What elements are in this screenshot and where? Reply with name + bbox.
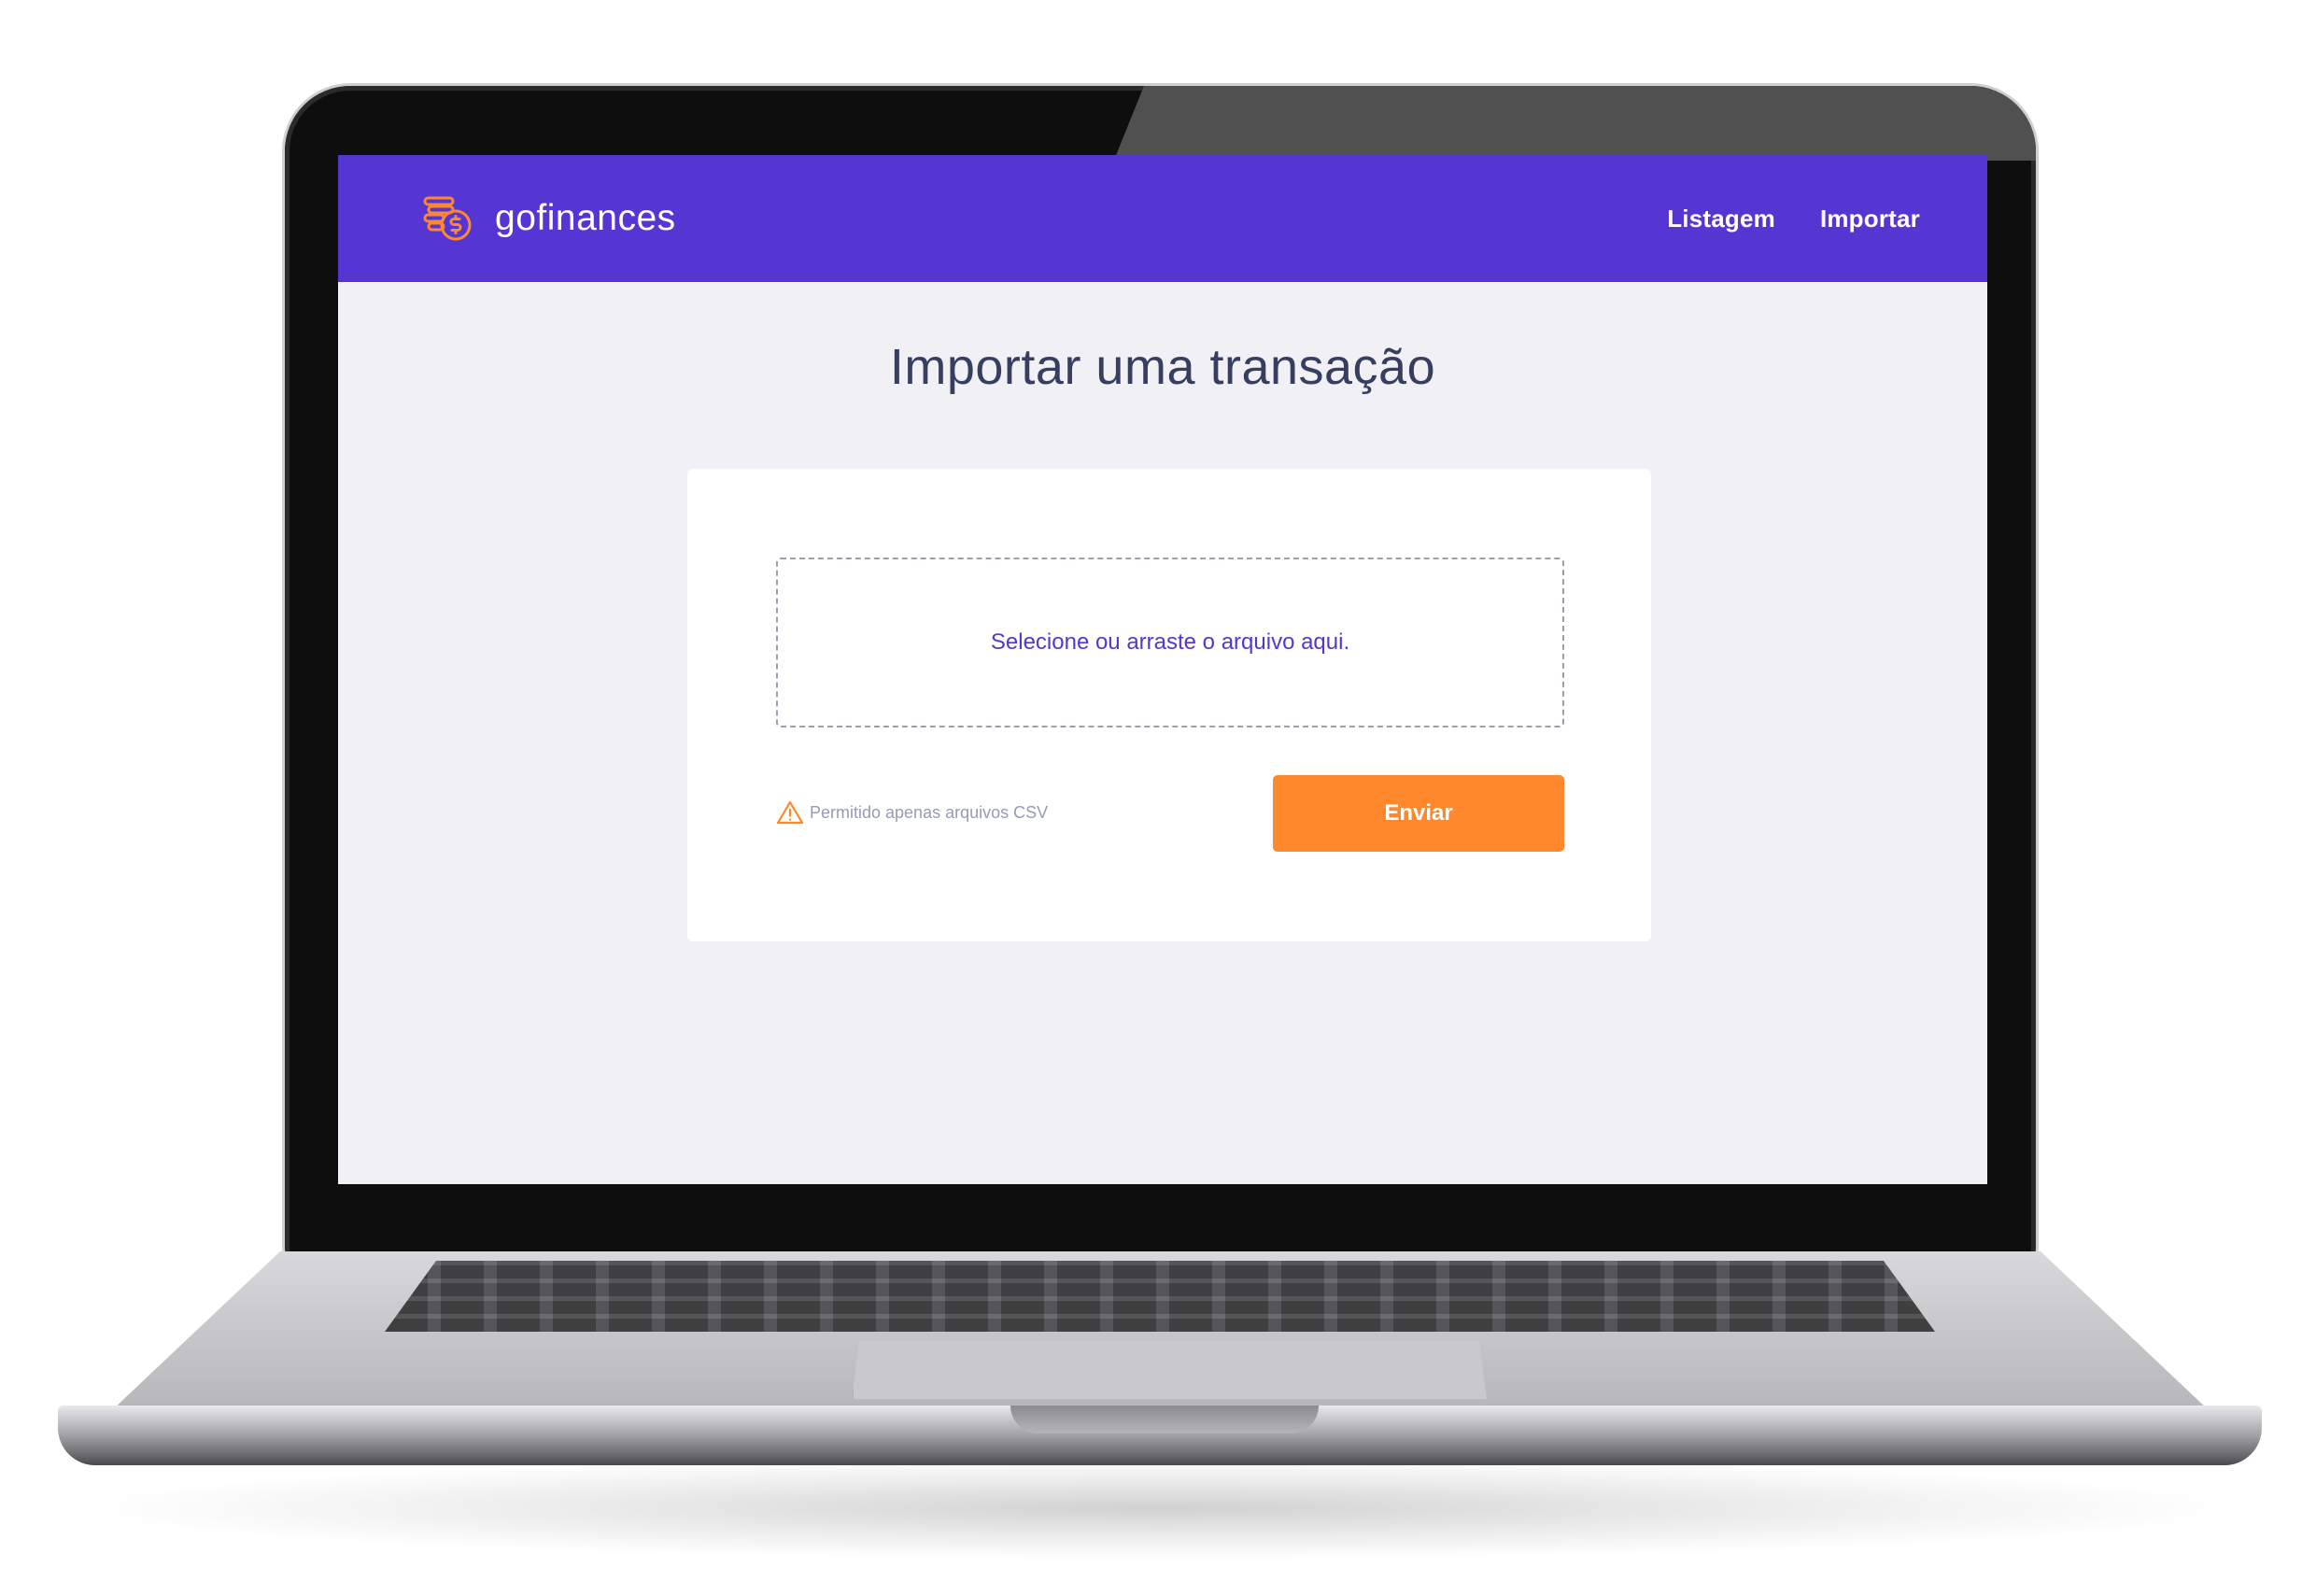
alert-triangle-icon (776, 800, 804, 825)
hint-text: Permitido apenas arquivos CSV (810, 802, 1049, 822)
brand[interactable]: gofinances (422, 194, 676, 243)
page-title: Importar uma transação (889, 339, 1436, 395)
import-footer: Permitido apenas arquivos CSV Enviar (776, 775, 1564, 852)
coins-dollar-icon (423, 196, 472, 241)
brand-name: gofinances (495, 198, 676, 238)
bezel-reflection (1113, 86, 2036, 161)
laptop-shadow (65, 1457, 2251, 1560)
dropzone-label: Selecione ou arraste o arquivo aqui. (990, 629, 1350, 655)
import-card: Selecione ou arraste o arquivo aqui. Per… (687, 469, 1651, 941)
main-nav: Listagem Importar (1667, 198, 1920, 239)
send-button[interactable]: Enviar (1273, 775, 1564, 852)
laptop-keyboard (385, 1261, 1935, 1332)
app-screen: gofinances Listagem Importar Importar um… (338, 155, 1987, 1184)
file-dropzone[interactable]: Selecione ou arraste o arquivo aqui. (776, 558, 1564, 727)
top-navigation-bar: gofinances Listagem Importar (338, 155, 1987, 282)
nav-link-listagem[interactable]: Listagem (1667, 198, 1775, 239)
nav-link-importar[interactable]: Importar (1820, 198, 1920, 239)
laptop-base-notch (1010, 1405, 1319, 1434)
file-type-hint: Permitido apenas arquivos CSV (776, 799, 1048, 826)
laptop-trackpad (852, 1341, 1487, 1399)
